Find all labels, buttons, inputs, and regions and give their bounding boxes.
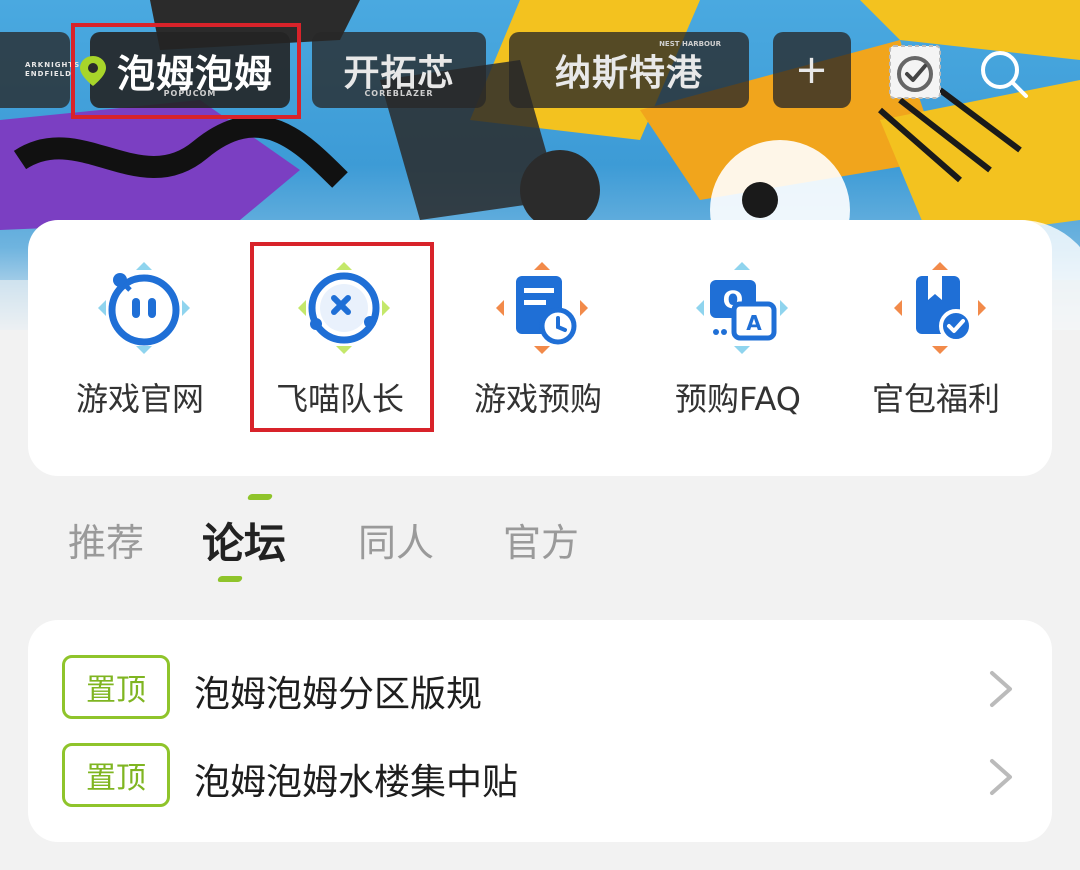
shortcut-label: 官包福利 bbox=[871, 380, 1000, 418]
shortcut-benefits[interactable]: 官包福利 bbox=[846, 260, 1026, 420]
feimiao-captain-icon bbox=[298, 262, 390, 354]
pinned-post-row[interactable]: 置顶 泡姆泡姆分区版规 bbox=[28, 647, 1052, 727]
game-tab-coreblazer[interactable]: 开拓芯 COREBLAZER bbox=[312, 32, 486, 108]
add-game-button[interactable]: + bbox=[773, 32, 851, 108]
shortcut-preorder[interactable]: 游戏预购 bbox=[448, 260, 628, 420]
search-icon[interactable] bbox=[978, 48, 1030, 100]
chevron-right-icon bbox=[990, 759, 1012, 795]
location-pin-icon bbox=[80, 56, 106, 86]
shortcut-label: 游戏官网 bbox=[75, 380, 204, 418]
preorder-icon bbox=[496, 262, 588, 354]
pinned-post-title: 泡姆泡姆水楼集中贴 bbox=[194, 762, 519, 803]
pinned-badge: 置顶 bbox=[62, 743, 170, 807]
tab-forum[interactable]: 论坛 bbox=[202, 510, 286, 571]
official-site-icon bbox=[98, 262, 190, 354]
plus-icon: + bbox=[794, 47, 830, 93]
tab-recommend[interactable]: 推荐 bbox=[68, 512, 144, 567]
tab-fanworks[interactable]: 同人 bbox=[358, 512, 434, 567]
game-tab-subcaption: COREBLAZER bbox=[364, 89, 434, 98]
game-tab-supcaption: NEST HARBOUR bbox=[659, 40, 721, 48]
shortcut-official-site[interactable]: 游戏官网 bbox=[50, 260, 230, 420]
shortcut-label: 飞喵队长 bbox=[275, 380, 404, 418]
benefits-icon bbox=[894, 262, 986, 354]
tab-official[interactable]: 官方 bbox=[503, 512, 579, 567]
pinned-post-row[interactable]: 置顶 泡姆泡姆水楼集中贴 bbox=[28, 735, 1052, 815]
game-tab-endfield[interactable]: ARKNIGHTS ENDFIELD bbox=[0, 32, 81, 108]
shortcut-feimiao-captain[interactable]: 飞喵队长 bbox=[250, 260, 430, 420]
game-tab-caption: 纳斯特港 bbox=[554, 53, 703, 94]
game-tab-nest-harbour[interactable]: 纳斯特港 NEST HARBOUR bbox=[509, 32, 749, 108]
checkin-icon[interactable] bbox=[888, 44, 942, 100]
game-tab-subcaption: POPUCOM bbox=[163, 89, 217, 98]
active-tab-indicator-bottom bbox=[216, 576, 244, 582]
active-tab-indicator-top bbox=[246, 494, 274, 500]
shortcut-label: 游戏预购 bbox=[473, 380, 602, 418]
faq-icon: Q A bbox=[696, 262, 788, 354]
shortcut-faq[interactable]: Q A 预购FAQ bbox=[648, 260, 828, 420]
svg-text:A: A bbox=[746, 311, 762, 335]
chevron-right-icon bbox=[990, 671, 1012, 707]
shortcut-card: 游戏官网 飞喵队长 游戏预购 Q A 预购FAQ 官包福利 bbox=[28, 220, 1052, 476]
pinned-badge: 置顶 bbox=[62, 655, 170, 719]
game-tab-caption: ARKNIGHTS ENDFIELD bbox=[25, 61, 81, 78]
pinned-posts-card: 置顶 泡姆泡姆分区版规 置顶 泡姆泡姆水楼集中贴 bbox=[28, 620, 1052, 842]
shortcut-label: 预购FAQ bbox=[675, 380, 801, 418]
game-tab-popucom[interactable]: 泡姆泡姆 POPUCOM bbox=[90, 32, 290, 108]
pinned-post-title: 泡姆泡姆分区版规 bbox=[194, 674, 483, 715]
